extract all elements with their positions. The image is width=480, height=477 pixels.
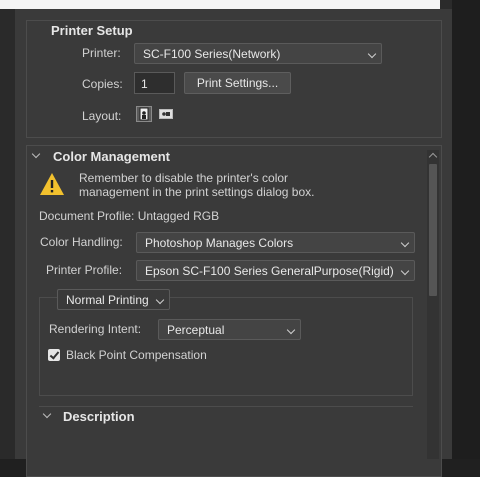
color-handling-dropdown[interactable]: Photoshop Manages Colors: [136, 232, 415, 253]
rendering-intent-dropdown[interactable]: Perceptual: [158, 319, 301, 340]
description-header: Description: [63, 409, 135, 424]
scrollbar[interactable]: [427, 150, 439, 459]
printer-profile-dropdown[interactable]: Epson SC-F100 Series GeneralPurpose(Rigi…: [136, 260, 415, 281]
warning-line-1: Remember to disable the printer's color: [79, 171, 289, 185]
scroll-thumb[interactable]: [429, 164, 437, 296]
rendering-intent-value: Perceptual: [167, 323, 225, 337]
chevron-down-icon: [286, 325, 296, 335]
warning-icon: [39, 172, 65, 196]
print-settings-button[interactable]: Print Settings...: [184, 72, 291, 94]
chevron-down-icon: [367, 49, 377, 59]
color-management-header: Color Management: [53, 149, 171, 164]
normal-printing-value: Normal Printing: [66, 293, 149, 307]
top-strip: [0, 0, 440, 9]
printer-dropdown[interactable]: SC-F100 Series(Network): [134, 43, 382, 64]
warning-line-2: management in the print settings dialog …: [79, 185, 315, 199]
printing-options-box: [39, 297, 413, 396]
chevron-down-icon: [155, 295, 165, 305]
printer-profile-label: Printer Profile:: [46, 263, 123, 277]
copies-input[interactable]: 1: [134, 72, 175, 94]
rendering-intent-label: Rendering Intent:: [49, 322, 142, 336]
black-point-checkbox[interactable]: [48, 349, 60, 361]
printer-setup-header: Printer Setup: [51, 23, 133, 38]
section-divider: [39, 406, 413, 407]
normal-printing-dropdown[interactable]: Normal Printing: [57, 289, 170, 310]
printer-label: Printer:: [82, 46, 121, 60]
document-profile: Document Profile: Untagged RGB: [39, 209, 220, 223]
color-handling-label: Color Handling:: [40, 235, 123, 249]
copies-label: Copies:: [82, 77, 123, 91]
left-gutter: [0, 9, 15, 459]
layout-label: Layout:: [82, 109, 122, 123]
portrait-layout-icon[interactable]: [136, 106, 152, 122]
printer-dropdown-value: SC-F100 Series(Network): [143, 47, 281, 61]
right-gutter: [452, 0, 480, 459]
scroll-up-icon[interactable]: [428, 152, 438, 162]
printer-profile-value: Epson SC-F100 Series GeneralPurpose(Rigi…: [145, 264, 394, 278]
landscape-layout-icon[interactable]: [158, 107, 174, 123]
black-point-label: Black Point Compensation: [66, 348, 207, 362]
chevron-down-icon: [400, 238, 410, 248]
chevron-down-icon: [400, 266, 410, 276]
color-handling-value: Photoshop Manages Colors: [145, 236, 294, 250]
